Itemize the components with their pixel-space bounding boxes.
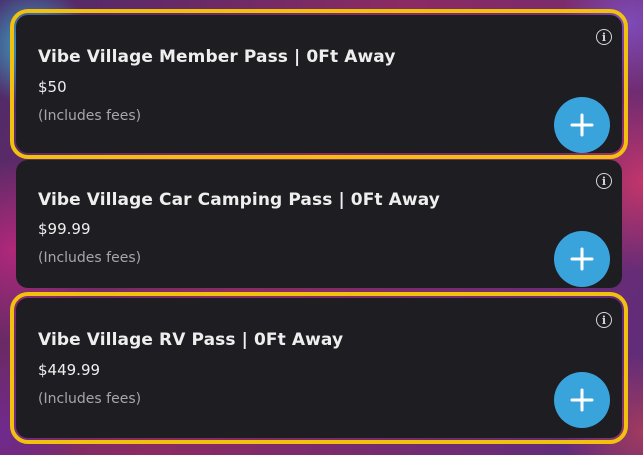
pass-fees-note: (Includes fees) xyxy=(38,391,142,407)
info-icon[interactable]: i xyxy=(596,29,612,45)
pass-title: Vibe Village RV Pass | 0Ft Away xyxy=(38,330,344,350)
pass-fees-note: (Includes fees) xyxy=(38,250,142,266)
plus-icon xyxy=(570,113,594,137)
info-glyph: i xyxy=(601,313,607,327)
info-icon[interactable]: i xyxy=(596,312,612,328)
pass-price: $50 xyxy=(38,78,67,96)
pass-price: $99.99 xyxy=(38,220,91,238)
plus-icon xyxy=(570,388,594,412)
pass-price: $449.99 xyxy=(38,361,101,379)
add-pass-button[interactable] xyxy=(554,372,610,428)
pass-title: Vibe Village Car Camping Pass | 0Ft Away xyxy=(38,190,440,210)
info-icon[interactable]: i xyxy=(596,173,612,189)
add-pass-button[interactable] xyxy=(554,231,610,287)
pass-card-rv: Vibe Village RV Pass | 0Ft Away $449.99 … xyxy=(10,292,628,444)
plus-icon xyxy=(570,247,594,271)
info-glyph: i xyxy=(601,174,607,188)
add-pass-button[interactable] xyxy=(554,97,610,153)
pass-fees-note: (Includes fees) xyxy=(38,108,142,124)
pass-title: Vibe Village Member Pass | 0Ft Away xyxy=(38,47,396,67)
pass-card-member: Vibe Village Member Pass | 0Ft Away $50 … xyxy=(10,9,628,159)
pass-card-car-camping: Vibe Village Car Camping Pass | 0Ft Away… xyxy=(16,160,622,288)
info-glyph: i xyxy=(601,30,607,44)
